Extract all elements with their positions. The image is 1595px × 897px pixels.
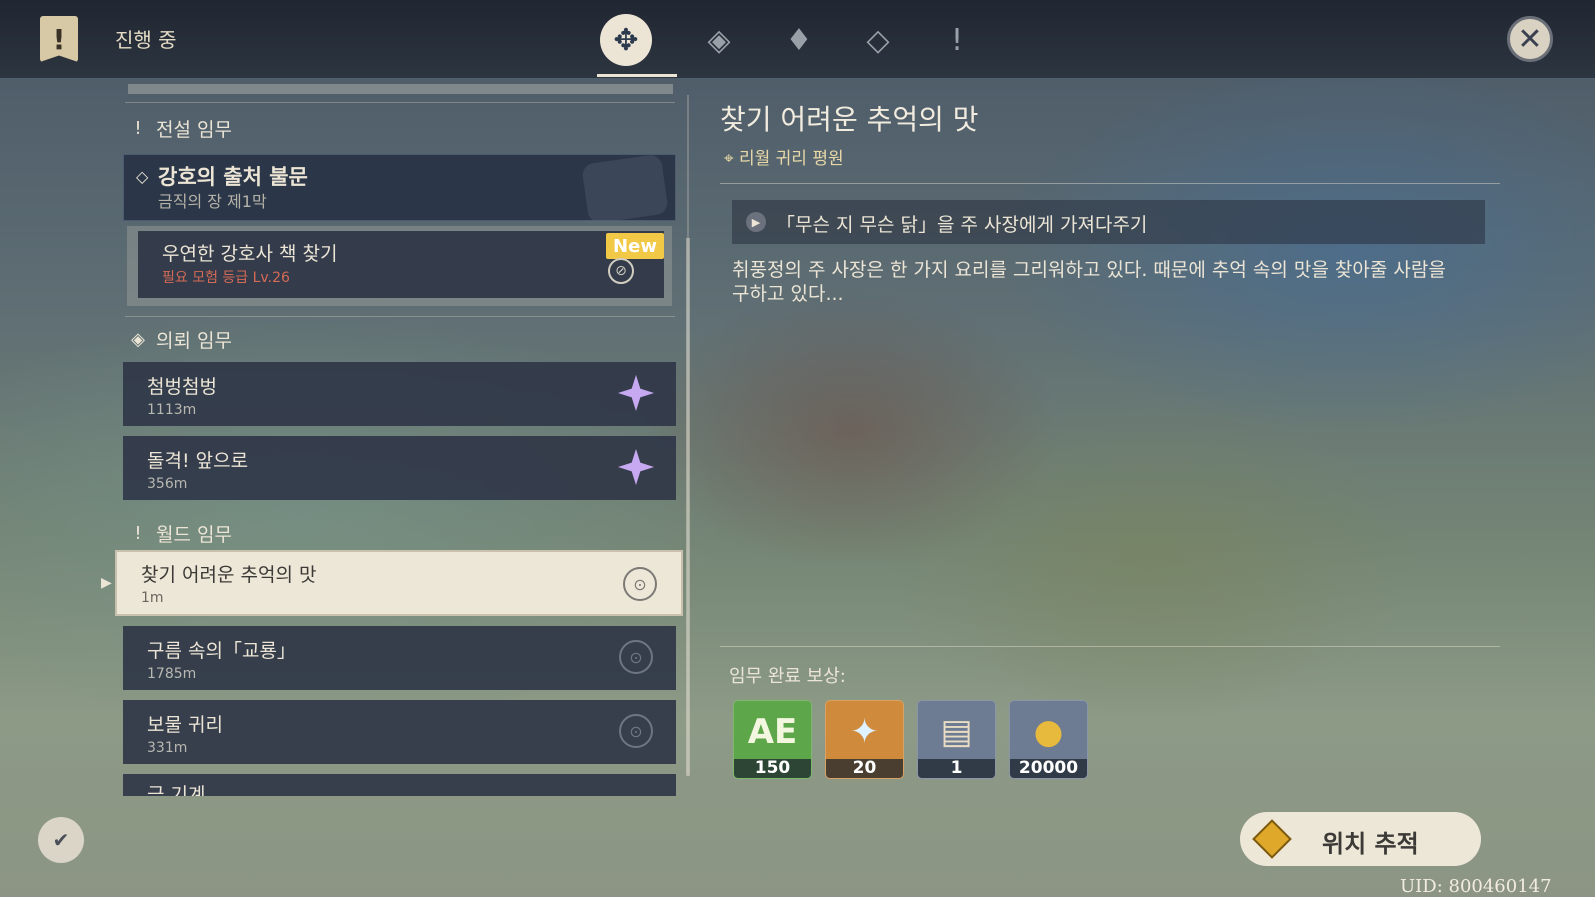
legend-emblem-icon: [581, 153, 669, 225]
all-quests-icon: ✥: [600, 14, 652, 66]
objective-text: 「무슨 지 무슨 닭」을 주 사장에게 가져다주기: [776, 214, 1148, 236]
quest-location: ⌖ 리월 귀리 평원: [724, 144, 844, 169]
commission-category-label: 의뢰 임무: [156, 330, 232, 352]
commission-category-header: ◈ 의뢰 임무: [128, 326, 232, 353]
locked-icon: ⊘: [608, 258, 634, 284]
tab-commission-quests[interactable]: ◇: [850, 12, 906, 68]
track-location-button[interactable]: 위치 추적: [1240, 812, 1481, 866]
close-icon: ✕: [1517, 21, 1543, 57]
legend-diamond-icon: ◇: [136, 167, 149, 186]
page-title: 진행 중: [115, 28, 177, 52]
quest-location-label: 리월 귀리 평원: [738, 149, 844, 169]
reward-count: 20: [826, 759, 903, 778]
commission-distance: 1113m: [147, 402, 197, 418]
quest-book-icon: !: [40, 16, 78, 62]
reward-count: 150: [734, 759, 811, 778]
location-pin-icon: ⊙: [619, 714, 653, 748]
tab-archon-quests[interactable]: ◈: [691, 12, 747, 68]
adventure-exp-icon: AE: [747, 712, 798, 752]
world-category-label: 월드 임무: [156, 524, 232, 546]
tab-world-quests[interactable]: !: [929, 12, 985, 68]
reward-recipe[interactable]: ▤ 1: [917, 700, 996, 779]
commission-quest-icon: ◈: [131, 329, 145, 350]
world-quest-icon: !: [950, 22, 964, 58]
legend-quest-title: 강호의 출처 불문: [158, 165, 308, 189]
location-pin-icon: ⌖: [724, 149, 734, 169]
commission-item-2[interactable]: 돌격! 앞으로 356m: [123, 436, 676, 500]
close-button[interactable]: ✕: [1507, 16, 1553, 62]
scrollbar-thumb[interactable]: [686, 238, 690, 776]
quest-detail-title: 찾기 어려운 추억의 맛: [720, 103, 979, 136]
world-quest-distance: 1785m: [147, 666, 197, 682]
ornament-divider: [720, 646, 1500, 647]
selected-quest-title: 찾기 어려운 추억의 맛: [141, 564, 317, 586]
commission-title: 첨벙첨벙: [147, 376, 217, 398]
commission-title: 돌격! 앞으로: [147, 450, 249, 472]
world-quest-title: 보물 귀리: [147, 714, 223, 736]
mora-coin-icon: ●: [1033, 712, 1064, 752]
list-top-item: [128, 84, 673, 94]
world-quest-title: 극 기계: [147, 784, 206, 796]
reward-adventure-exp[interactable]: AE 150: [733, 700, 812, 779]
quest-description: 취풍정의 주 사장은 한 가지 요리를 그리워하고 있다. 때문에 추억 속의 …: [732, 259, 1446, 305]
selected-quest-distance: 1m: [141, 590, 164, 606]
active-tab-indicator: [597, 74, 677, 77]
world-quest-item-2[interactable]: 보물 귀리 331m ⊙: [123, 700, 676, 764]
world-quest-title: 구름 속의「교룡」: [147, 640, 296, 662]
tab-story-quests[interactable]: ♦: [771, 12, 827, 68]
legend-subquest-item[interactable]: 우연한 강호사 책 찾기 필요 모험 등급 Lv.26: [138, 231, 664, 298]
new-badge: New: [606, 233, 664, 259]
world-quest-distance: 331m: [147, 740, 188, 756]
ornament-divider: [720, 183, 1500, 184]
reward-count: 1: [918, 759, 995, 778]
objective-arrow-icon: ▶: [746, 212, 766, 232]
legend-category-label: 전설 임무: [156, 119, 232, 141]
quest-objective: ▶ 「무슨 지 무슨 닭」을 주 사장에게 가져다주기: [732, 200, 1485, 244]
commission-distance: 356m: [147, 476, 188, 492]
checklist-icon: ✔: [52, 828, 70, 852]
legend-quest-icon: !: [134, 118, 142, 139]
divider: [125, 102, 675, 103]
subquest-title: 우연한 강호사 책 찾기: [162, 243, 338, 265]
location-pin-icon: ⊙: [623, 567, 657, 601]
recipe-scroll-icon: ▤: [940, 712, 973, 752]
reward-count: 20000: [1010, 759, 1087, 778]
divider: [125, 316, 675, 317]
selected-arrow-icon: ▶: [101, 575, 112, 591]
quest-settings-button[interactable]: ✔: [38, 817, 84, 863]
subquest-requirement: 필요 모험 등급 Lv.26: [162, 270, 290, 286]
world-quest-icon: !: [134, 523, 142, 544]
world-category-header: ! 월드 임무: [128, 520, 232, 547]
world-quest-item-3[interactable]: 극 기계: [123, 774, 676, 796]
tab-all-quests[interactable]: ✥: [598, 12, 654, 68]
commission-quest-icon: ◇: [866, 22, 890, 58]
reward-mora[interactable]: ● 20000: [1009, 700, 1088, 779]
track-button-label: 위치 추적: [1322, 830, 1419, 858]
legend-quest-subtitle: 금직의 장 제1막: [158, 192, 267, 211]
archon-quest-icon: ◈: [707, 22, 731, 58]
commission-star-icon: [618, 375, 654, 411]
primogem-icon: ✦: [850, 712, 879, 752]
reward-primogem[interactable]: ✦ 20: [825, 700, 904, 779]
legend-category-header: ! 전설 임무: [128, 115, 232, 142]
location-pin-icon: ⊙: [619, 640, 653, 674]
rewards-label: 임무 완료 보상:: [729, 666, 846, 687]
uid-label: UID: 800460147: [1400, 876, 1552, 897]
commission-item-1[interactable]: 첨벙첨벙 1113m: [123, 362, 676, 426]
story-quest-icon: ♦: [785, 22, 813, 58]
legend-quest-card[interactable]: ◇ 강호의 출처 불문 금직의 장 제1막: [123, 153, 676, 225]
world-quest-item-1[interactable]: 구름 속의「교룡」 1785m ⊙: [123, 626, 676, 690]
navigate-diamond-icon: [1252, 819, 1292, 859]
commission-star-icon: [618, 449, 654, 485]
selected-world-quest[interactable]: 찾기 어려운 추억의 맛 1m ⊙: [115, 550, 683, 616]
